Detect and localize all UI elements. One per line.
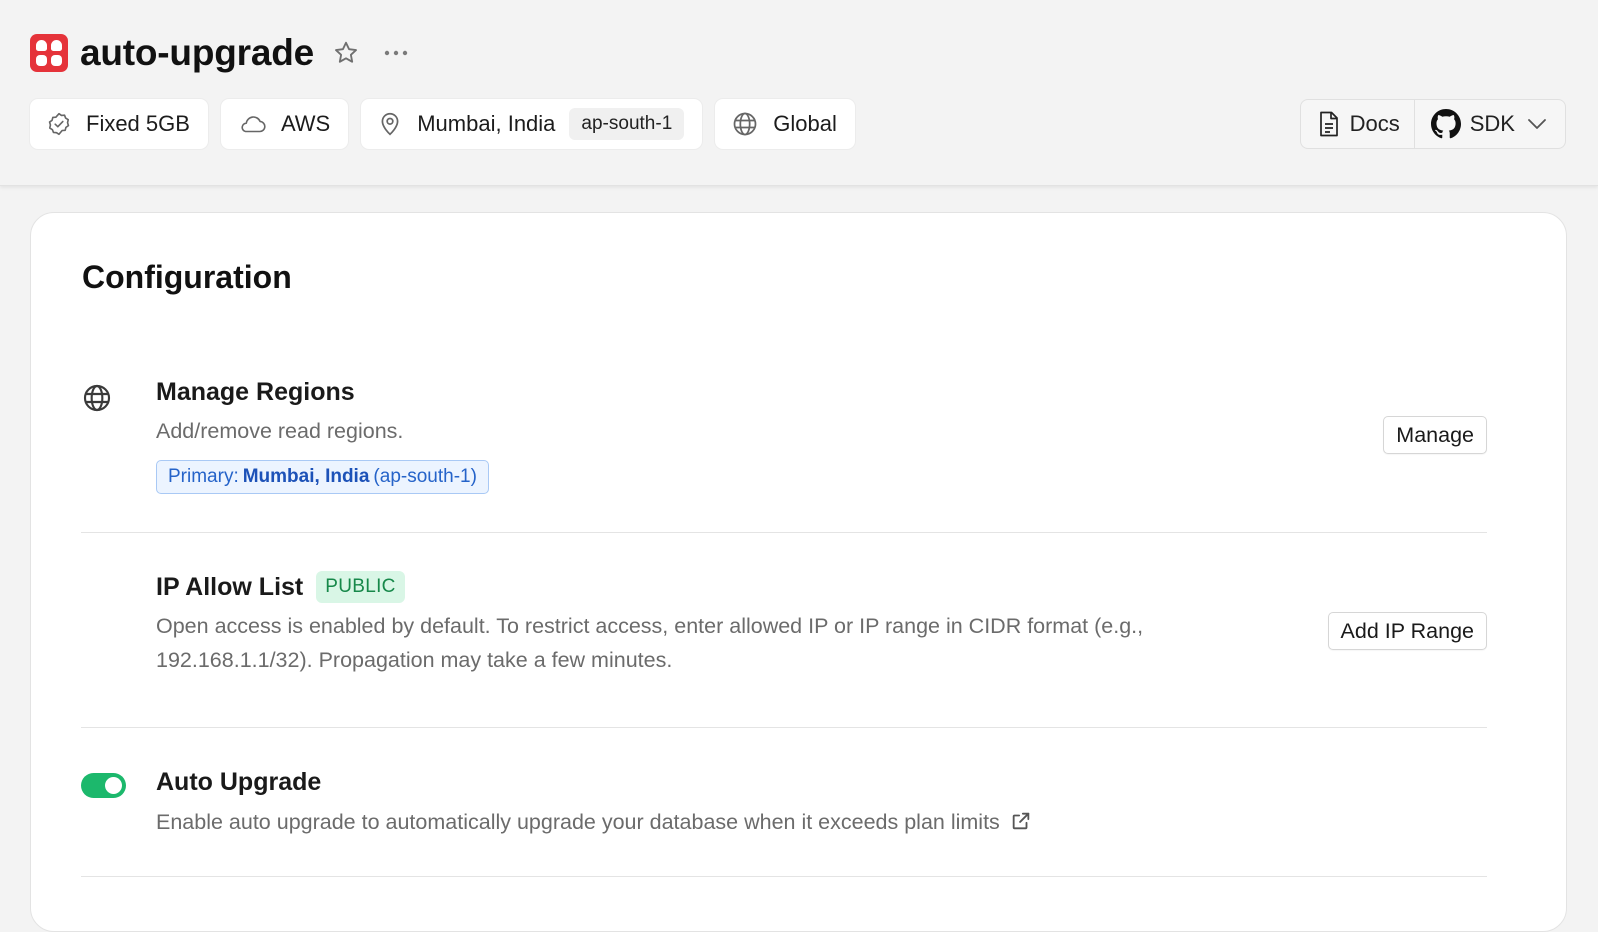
globe-icon: [731, 110, 759, 138]
ip-allow-list-description: Open access is enabled by default. To re…: [156, 609, 1143, 677]
auto-upgrade-toggle[interactable]: [81, 773, 126, 798]
scope-label: Global: [773, 111, 837, 136]
provider-chip: AWS: [220, 99, 349, 149]
region-chip: Mumbai, India ap-south-1: [361, 99, 703, 149]
external-link-icon[interactable]: [1010, 810, 1032, 832]
ip-allow-list-section: IP Allow List PUBLIC Open access is enab…: [81, 571, 1487, 681]
sdk-dropdown[interactable]: SDK: [1413, 100, 1565, 148]
add-ip-range-button[interactable]: Add IP Range: [1327, 612, 1487, 650]
section-divider: [81, 532, 1487, 533]
section-divider: [81, 876, 1487, 877]
page-title: auto-upgrade: [80, 32, 314, 73]
github-icon: [1430, 109, 1461, 139]
star-icon[interactable]: [332, 39, 360, 67]
auto-upgrade-section: Auto Upgrade Enable auto upgrade to auto…: [81, 768, 1487, 848]
database-info-chips: Fixed 5GB AWS Mumbai, India ap-south-1 G…: [30, 99, 855, 149]
manage-regions-button[interactable]: Manage: [1383, 416, 1487, 454]
manage-regions-section: Manage Regions Add/remove read regions. …: [81, 378, 1487, 498]
docs-sdk-group: Docs SDK: [1299, 99, 1566, 149]
region-label: Mumbai, India: [417, 111, 556, 136]
region-code-tag: ap-south-1: [569, 108, 685, 140]
auto-upgrade-title: Auto Upgrade: [156, 768, 322, 796]
provider-label: AWS: [280, 111, 331, 136]
scope-chip: Global: [715, 99, 855, 149]
document-icon: [1317, 110, 1341, 138]
chevron-down-icon: [1527, 118, 1547, 130]
plan-label: Fixed 5GB: [86, 111, 190, 136]
primary-region-code: (ap-south-1): [373, 466, 477, 487]
toggle-knob: [105, 777, 122, 794]
primary-region-name: Mumbai, India: [242, 466, 370, 487]
cloud-icon: [237, 112, 267, 136]
manage-regions-title: Manage Regions: [156, 378, 355, 406]
more-dots-icon[interactable]: [382, 48, 410, 58]
ip-allow-list-description-line-1: Open access is enabled by default. To re…: [156, 614, 1144, 638]
auto-upgrade-description-row: Enable auto upgrade to automatically upg…: [156, 805, 1032, 839]
ip-allow-list-title-row: IP Allow List PUBLIC: [156, 571, 405, 603]
public-badge: PUBLIC: [316, 571, 405, 603]
manage-regions-description: Add/remove read regions.: [156, 419, 404, 443]
sdk-label: SDK: [1469, 111, 1515, 136]
database-logo-icon: [30, 34, 68, 72]
section-divider: [81, 727, 1487, 728]
plan-chip: Fixed 5GB: [30, 99, 208, 149]
ip-allow-list-title: IP Allow List: [156, 572, 304, 601]
configuration-title: Configuration: [82, 259, 292, 295]
title-row: auto-upgrade: [30, 30, 410, 76]
docs-button[interactable]: Docs: [1301, 100, 1414, 148]
map-pin-icon: [377, 111, 403, 137]
docs-label: Docs: [1349, 111, 1400, 136]
primary-prefix: Primary:: [168, 466, 239, 487]
primary-region-tag: Primary: Mumbai, India (ap-south-1): [156, 460, 489, 494]
auto-upgrade-description: Enable auto upgrade to automatically upg…: [156, 810, 1000, 834]
badge-check-icon: [46, 111, 72, 137]
globe-icon: [81, 382, 113, 419]
ip-allow-list-description-line-2: 192.168.1.1/32). Propagation may take a …: [156, 648, 673, 672]
configuration-card: Configuration Manage Regions Add/remove …: [30, 212, 1567, 932]
page-header: auto-upgrade Fixed 5GB AWS Mumbai, India: [0, 0, 1598, 186]
